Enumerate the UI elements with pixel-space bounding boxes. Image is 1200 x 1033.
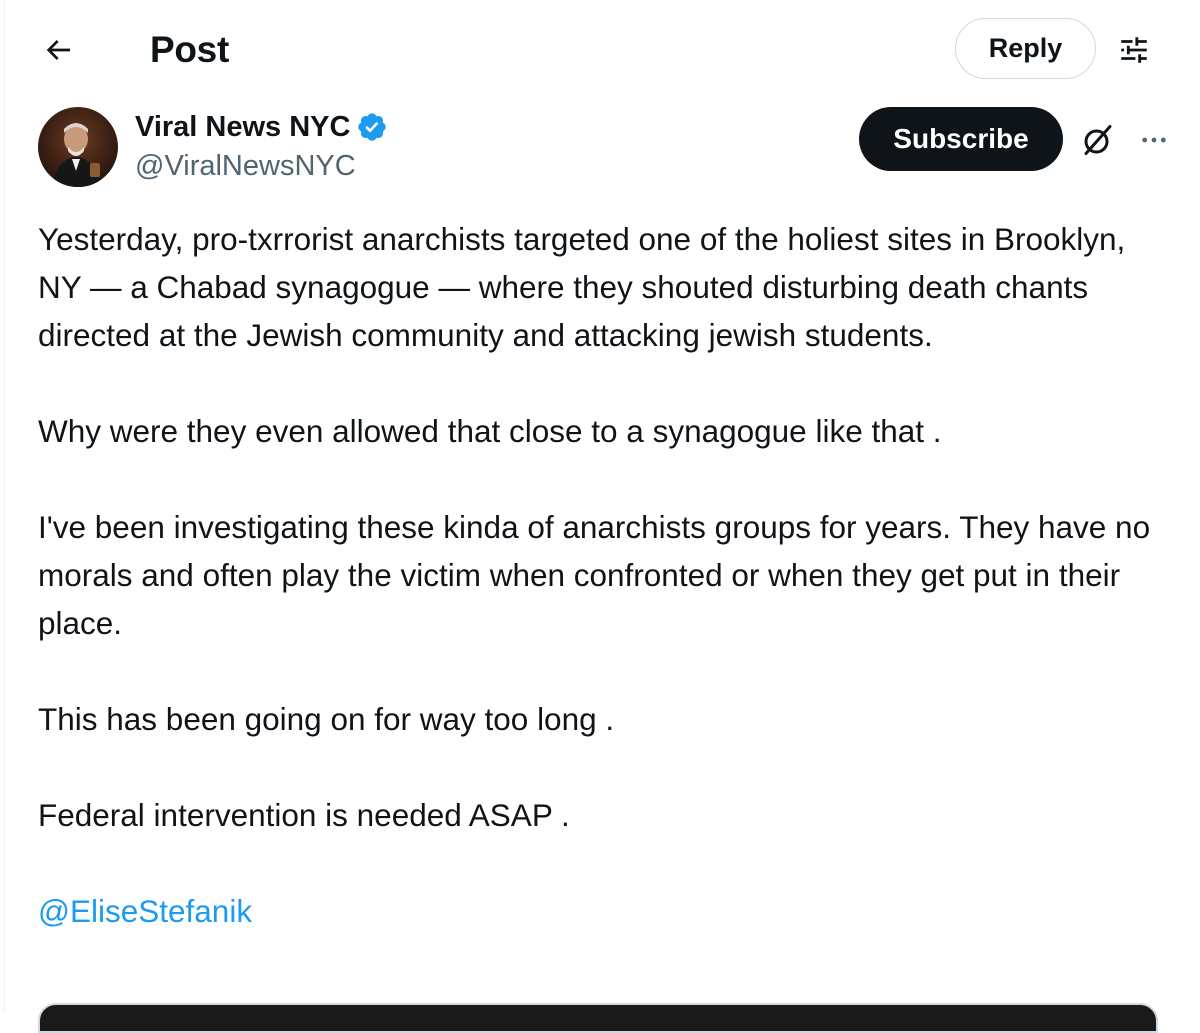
post-paragraph: Yesterday, pro-txrrorist anarchists targ…: [38, 221, 1126, 353]
author-name[interactable]: Viral News NYC: [135, 107, 388, 147]
back-button[interactable]: [36, 28, 80, 72]
post-paragraph: I've been investigating these kinda of a…: [38, 509, 1151, 641]
grok-button[interactable]: [1076, 118, 1120, 162]
verified-badge-icon: [358, 113, 387, 141]
sliders-icon: [1121, 37, 1147, 63]
avatar[interactable]: [38, 107, 118, 187]
more-options-button[interactable]: [1132, 118, 1176, 162]
post-paragraph: Why were they even allowed that close to…: [38, 413, 942, 449]
author-name-label: Viral News NYC: [135, 111, 351, 143]
page-title: Post: [150, 29, 229, 70]
post-text: Yesterday, pro-txrrorist anarchists targ…: [38, 215, 1173, 935]
arrow-left-icon: [46, 40, 70, 60]
post-paragraph: This has been going on for way too long …: [38, 701, 615, 737]
subscribe-button[interactable]: Subscribe: [859, 107, 1063, 171]
media-preview[interactable]: [38, 1003, 1158, 1033]
mention-link[interactable]: @EliseStefanik: [38, 893, 252, 929]
reply-button[interactable]: Reply: [955, 18, 1096, 79]
column-divider: [4, 0, 5, 1012]
grok-icon: [1084, 125, 1112, 155]
filter-button[interactable]: [1112, 28, 1156, 72]
author-handle[interactable]: @ViralNewsNYC: [135, 146, 356, 186]
more-horizontal-icon: [1142, 137, 1166, 143]
post-paragraph: Federal intervention is needed ASAP .: [38, 797, 570, 833]
